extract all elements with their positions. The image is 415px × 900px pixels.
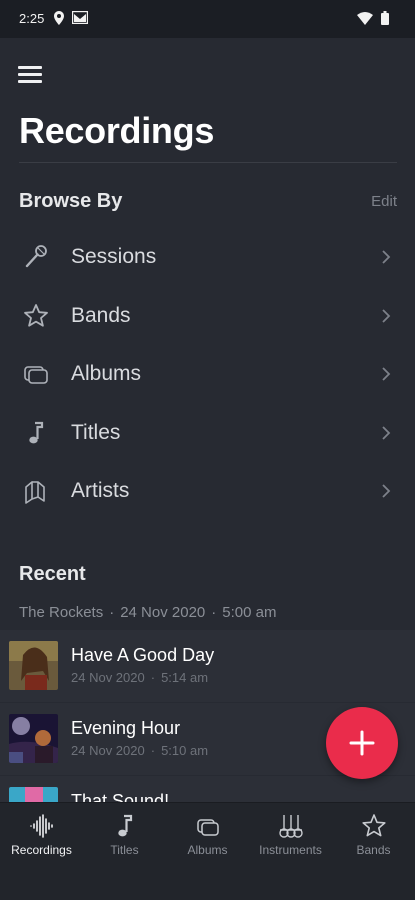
browse-item-artists[interactable]: Artists (0, 462, 415, 521)
albums-icon (24, 366, 48, 385)
recent-session-link[interactable]: The Rockets · 24 Nov 2020 · 5:00 am (19, 604, 276, 621)
status-right-icons (357, 11, 389, 25)
recording-thumbnail (9, 641, 58, 690)
albums-icon (196, 819, 219, 836)
star-icon (361, 814, 386, 837)
status-left-icons (54, 11, 88, 25)
browse-item-label: Bands (71, 303, 131, 327)
title-divider (19, 162, 397, 163)
page-title: Recordings (19, 110, 215, 151)
status-bar: 2:25 (0, 0, 415, 38)
browse-item-sessions[interactable]: Sessions (0, 228, 415, 287)
tab-label: Recordings (11, 843, 72, 857)
recording-row[interactable]: That Sound! (0, 776, 415, 802)
tab-albums[interactable]: Albums (166, 803, 249, 865)
status-time: 2:25 (19, 11, 45, 26)
browse-by-heading: Browse By (19, 190, 123, 212)
recording-meta: 24 Nov 2020 · 5:10 am (71, 743, 208, 758)
music-note-icon (117, 814, 132, 837)
browse-item-label: Albums (71, 362, 142, 386)
tab-label: Titles (110, 843, 139, 857)
tab-titles[interactable]: Titles (83, 803, 166, 865)
browse-item-albums[interactable]: Albums (0, 345, 415, 404)
plus-icon (349, 730, 375, 756)
recent-heading: Recent (19, 563, 86, 585)
browse-item-label: Sessions (71, 245, 157, 269)
separator-dot: · (211, 604, 217, 621)
artists-icon (25, 481, 45, 505)
waveform-icon (29, 814, 53, 838)
recording-title: Have A Good Day (71, 645, 215, 665)
tab-instruments[interactable]: Instruments (249, 803, 332, 865)
recording-meta: 24 Nov 2020 · 5:14 am (71, 670, 208, 685)
hamburger-menu-icon[interactable] (18, 66, 42, 84)
location-icon (54, 11, 64, 25)
gmail-icon (72, 11, 88, 24)
star-icon (24, 303, 48, 327)
separator-dot: · (150, 743, 156, 758)
recording-row[interactable]: Have A Good Day 24 Nov 2020 · 5:14 am (0, 630, 415, 702)
separator-dot: · (109, 604, 115, 621)
edit-button[interactable]: Edit (371, 193, 397, 210)
chevron-right-icon (382, 309, 391, 323)
recording-title: That Sound! (71, 791, 170, 802)
guitars-icon (278, 815, 303, 838)
recording-thumbnail (9, 787, 58, 802)
tab-bar: Recordings Titles Albums Instruments Ban… (0, 802, 415, 900)
tab-label: Instruments (259, 843, 322, 857)
browse-item-titles[interactable]: Titles (0, 404, 415, 463)
tab-label: Bands (356, 843, 391, 857)
session-date: 24 Nov 2020 (120, 604, 206, 621)
chevron-right-icon (382, 250, 391, 264)
recording-thumbnail (9, 714, 58, 763)
session-band: The Rockets (19, 604, 104, 621)
recording-title: Evening Hour (71, 718, 181, 738)
tab-label: Albums (187, 843, 228, 857)
microphone-icon (25, 245, 47, 268)
music-note-icon (29, 421, 44, 444)
wifi-icon (357, 11, 373, 25)
recording-time: 5:10 am (161, 743, 209, 758)
session-time: 5:00 am (222, 604, 277, 621)
recording-time: 5:14 am (161, 670, 209, 685)
chevron-right-icon (382, 484, 391, 498)
recording-date: 24 Nov 2020 (71, 670, 145, 685)
recording-date: 24 Nov 2020 (71, 743, 145, 758)
browse-item-label: Artists (71, 479, 130, 503)
separator-dot: · (150, 670, 156, 685)
browse-item-bands[interactable]: Bands (0, 287, 415, 346)
chevron-right-icon (382, 426, 391, 440)
add-recording-button[interactable] (326, 707, 398, 779)
tab-bands[interactable]: Bands (332, 803, 415, 865)
tab-recordings[interactable]: Recordings (0, 803, 83, 865)
battery-icon (381, 11, 389, 25)
browse-list: Sessions Bands Albums Titles Artists (0, 228, 415, 521)
chevron-right-icon (382, 367, 391, 381)
browse-item-label: Titles (71, 420, 121, 444)
